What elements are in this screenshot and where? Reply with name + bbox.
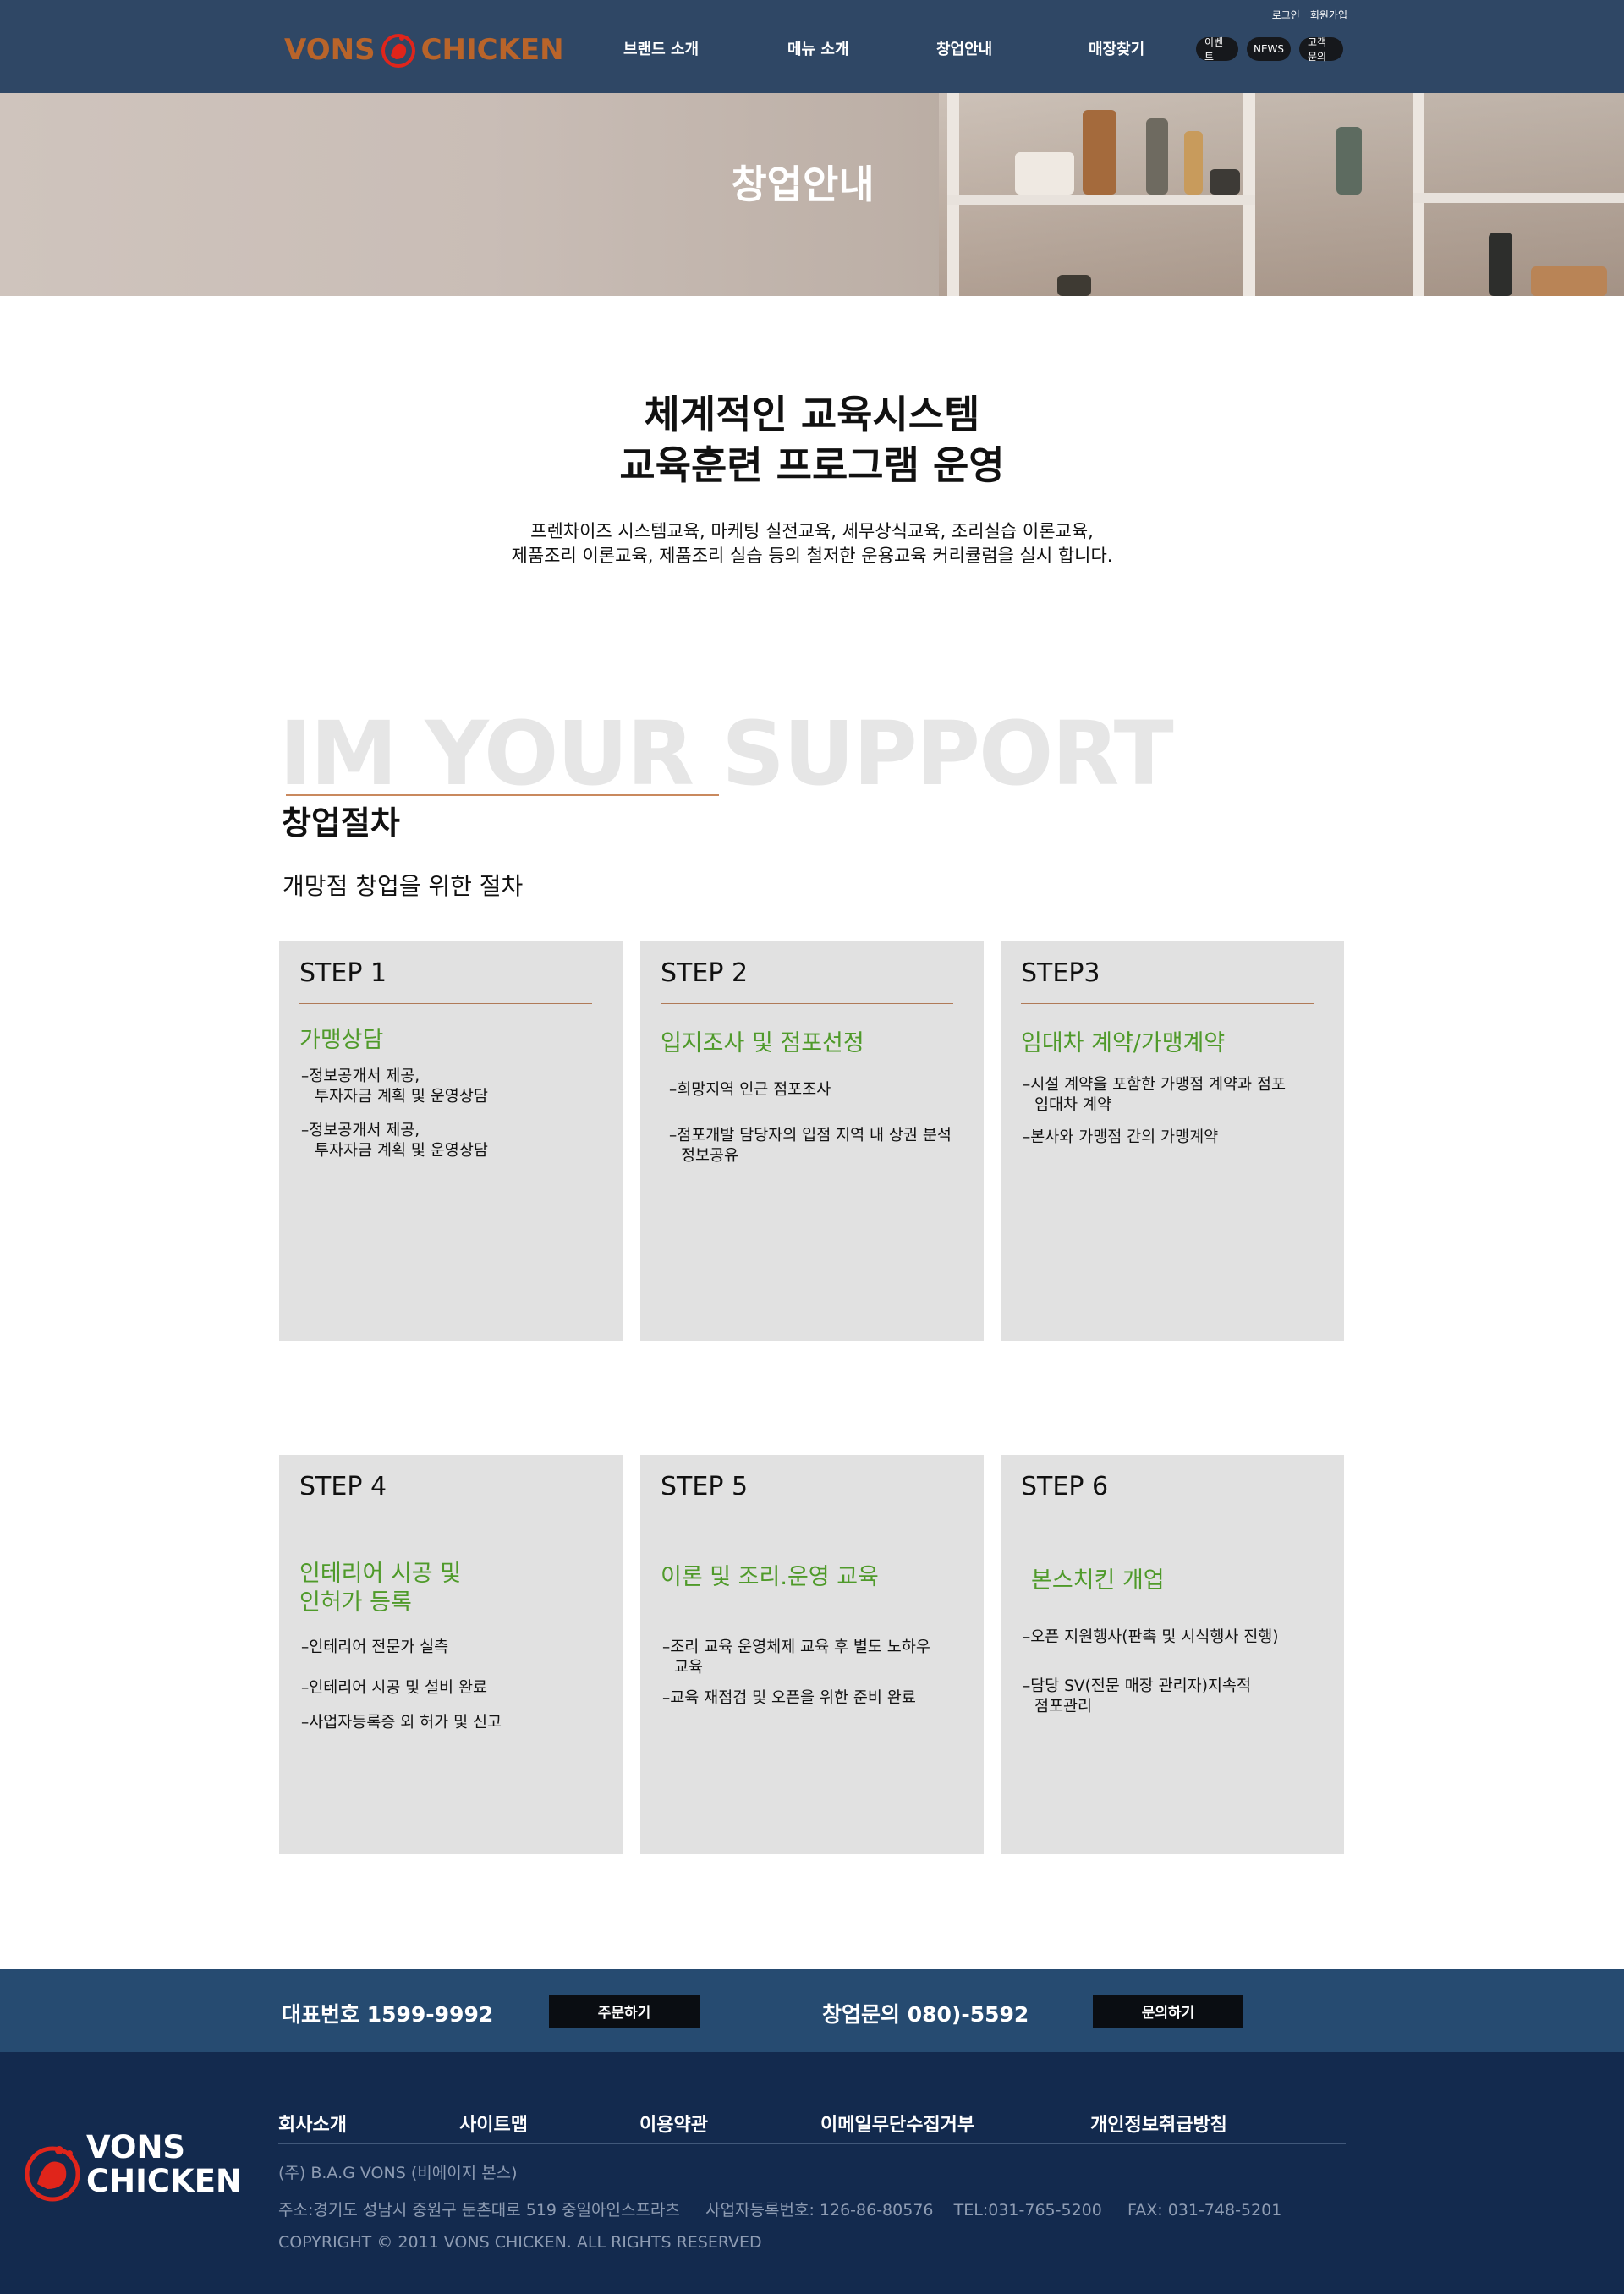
footer-divider (278, 2143, 1346, 2144)
step-label: STEP 4 (299, 1472, 387, 1501)
step-divider (299, 1003, 592, 1004)
footer-logo[interactable]: VONS CHICKEN (19, 2130, 264, 2206)
nav-startup[interactable]: 창업안내 (936, 37, 992, 59)
step-label: STEP3 (1021, 958, 1100, 988)
step-title: 임대차 계약/가맹계약 (1021, 1030, 1226, 1056)
support-background-text: IM YOUR SUPPORT (279, 702, 1174, 805)
startup-phone: 창업문의 080)-5592 (822, 2002, 1029, 2027)
step-card-2: STEP 2 입지조사 및 점포선정 –희망지역 인근 점포조사 –점포개발 담… (640, 941, 984, 1341)
intro-desc-line2: 제품조리 이론교육, 제품조리 실습 등의 철저한 운용교육 커리큘럼을 실시 … (511, 546, 1113, 566)
step-title: 입지조사 및 점포선정 (661, 1030, 864, 1056)
event-pill[interactable]: 이벤트 (1196, 36, 1238, 63)
phone-number: 대표번호 1599-9992 (282, 2002, 494, 2027)
step-item: –사업자등록증 외 허가 및 신고 (301, 1714, 502, 1731)
footer-nav-company[interactable]: 회사소개 (278, 2110, 347, 2137)
contact-bar: 대표번호 1599-9992 주문하기 창업문의 080)-5592 문의하기 (0, 1969, 1624, 2052)
nav-menu[interactable]: 메뉴 소개 (787, 37, 849, 59)
step-item: –교육 재점검 및 오픈을 위한 준비 완료 (662, 1689, 916, 1707)
step-card-1: STEP 1 가맹상담 –정보공개서 제공, 투자자금 계획 및 운영상담 –정… (279, 941, 623, 1341)
footer-nav-email-policy[interactable]: 이메일무단수집거부 (820, 2110, 974, 2137)
step-label: STEP 5 (661, 1472, 749, 1501)
step-title: 인테리어 시공 및 인허가 등록 (299, 1561, 462, 1616)
intro-heading-line2: 교육훈련 프로그램 운영 (619, 442, 1005, 488)
step-item: –인테리어 전문가 실측 (301, 1638, 449, 1656)
rooster-icon (25, 2146, 80, 2202)
step-card-5: STEP 5 이론 및 조리.운영 교육 –조리 교육 운영체제 교육 후 별도… (640, 1455, 984, 1854)
intro-desc-line1: 프렌차이즈 시스템교육, 마케팅 실전교육, 세무상식교육, 조리실습 이론교육… (530, 521, 1094, 541)
logo-text-right: CHICKEN (420, 33, 564, 67)
step-item: –점포개발 담당자의 입점 지역 내 상권 분석 정보공유 (669, 1127, 952, 1165)
step-title: 이론 및 조리.운영 교육 (661, 1564, 879, 1590)
footer-logo-line1: VONS (86, 2129, 186, 2165)
step-card-4: STEP 4 인테리어 시공 및 인허가 등록 –인테리어 전문가 실측 –인테리… (279, 1455, 623, 1854)
footer-logo-line2: CHICKEN (86, 2163, 242, 2199)
step-item: –시설 계약을 포함한 가맹점 계약과 점포 임대차 계약 (1023, 1076, 1286, 1114)
inquiry-button[interactable]: 문의하기 (1093, 1995, 1243, 2028)
intro-heading-line1: 체계적인 교육시스템 (644, 392, 980, 437)
step-card-3: STEP3 임대차 계약/가맹계약 –시설 계약을 포함한 가맹점 계약과 점포… (1001, 941, 1344, 1341)
footer-nav-terms[interactable]: 이용약관 (639, 2110, 708, 2137)
site-header: VONS CHICKEN 로그인 회원가입 브랜드 소개 메뉴 소개 창업안내 … (0, 0, 1624, 93)
news-pill[interactable]: NEWS (1247, 37, 1291, 61)
step-item: –인테리어 시공 및 설비 완료 (301, 1679, 487, 1697)
footer-nav-sitemap[interactable]: 사이트맵 (459, 2110, 528, 2137)
site-footer: VONS CHICKEN 회사소개 사이트맵 이용약관 이메일무단수집거부 개인… (0, 2052, 1624, 2294)
footer-nav-privacy[interactable]: 개인정보취급방침 (1090, 2110, 1227, 2137)
support-divider (286, 794, 719, 796)
hero-title: 창업안내 (731, 162, 875, 207)
step-title: 본스치킨 개업 (1031, 1567, 1165, 1594)
step-item: –본사와 가맹점 간의 가맹계약 (1023, 1128, 1219, 1146)
footer-company: (주) B.A.G VONS (비에이지 본스) (278, 2164, 518, 2182)
signup-link[interactable]: 회원가입 (1310, 8, 1347, 22)
util-links: 로그인 회원가입 (1272, 8, 1347, 22)
step-title: 가맹상담 (299, 1027, 384, 1053)
nav-brand[interactable]: 브랜드 소개 (623, 37, 699, 59)
step-divider (1021, 1003, 1314, 1004)
step-item: –정보공개서 제공, 투자자금 계획 및 운영상담 (301, 1067, 488, 1106)
order-button[interactable]: 주문하기 (549, 1995, 700, 2028)
step-item: –조리 교육 운영체제 교육 후 별도 노하우 교육 (662, 1638, 930, 1677)
customer-pill[interactable]: 고객문의 (1299, 36, 1343, 63)
footer-copyright: COPYRIGHT © 2011 VONS CHICKEN. ALL RIGHT… (278, 2233, 762, 2252)
quick-pills: 이벤트 NEWS 고객문의 (1196, 36, 1343, 63)
step-item: –담당 SV(전문 매장 관리자)지속적 점포관리 (1023, 1677, 1251, 1715)
step-label: STEP 2 (661, 958, 749, 988)
logo-text-left: VONS (284, 33, 376, 67)
step-label: STEP 1 (299, 958, 387, 988)
step-divider (661, 1003, 953, 1004)
section-title: 창업절차 (282, 804, 400, 842)
nav-store-finder[interactable]: 매장찾기 (1089, 37, 1144, 59)
step-label: STEP 6 (1021, 1472, 1109, 1501)
step-card-6: STEP 6 본스치킨 개업 –오픈 지원행사(판촉 및 시식행사 진행) –담… (1001, 1455, 1344, 1854)
brand-logo[interactable]: VONS CHICKEN (284, 29, 564, 71)
footer-address: 주소:경기도 성남시 중원구 둔촌대로 519 중일아인스프라츠 사업자등록번호… (278, 2201, 1282, 2220)
rooster-icon (379, 30, 418, 69)
step-item: –희망지역 인근 점포조사 (669, 1081, 831, 1099)
step-item: –정보공개서 제공, 투자자금 계획 및 운영상담 (301, 1122, 488, 1160)
step-item: –오픈 지원행사(판촉 및 시식행사 진행) (1023, 1628, 1279, 1646)
section-subtitle: 개망점 창업을 위한 절차 (283, 872, 524, 900)
hero-banner: 창업안내 (0, 93, 1624, 296)
login-link[interactable]: 로그인 (1272, 8, 1300, 22)
